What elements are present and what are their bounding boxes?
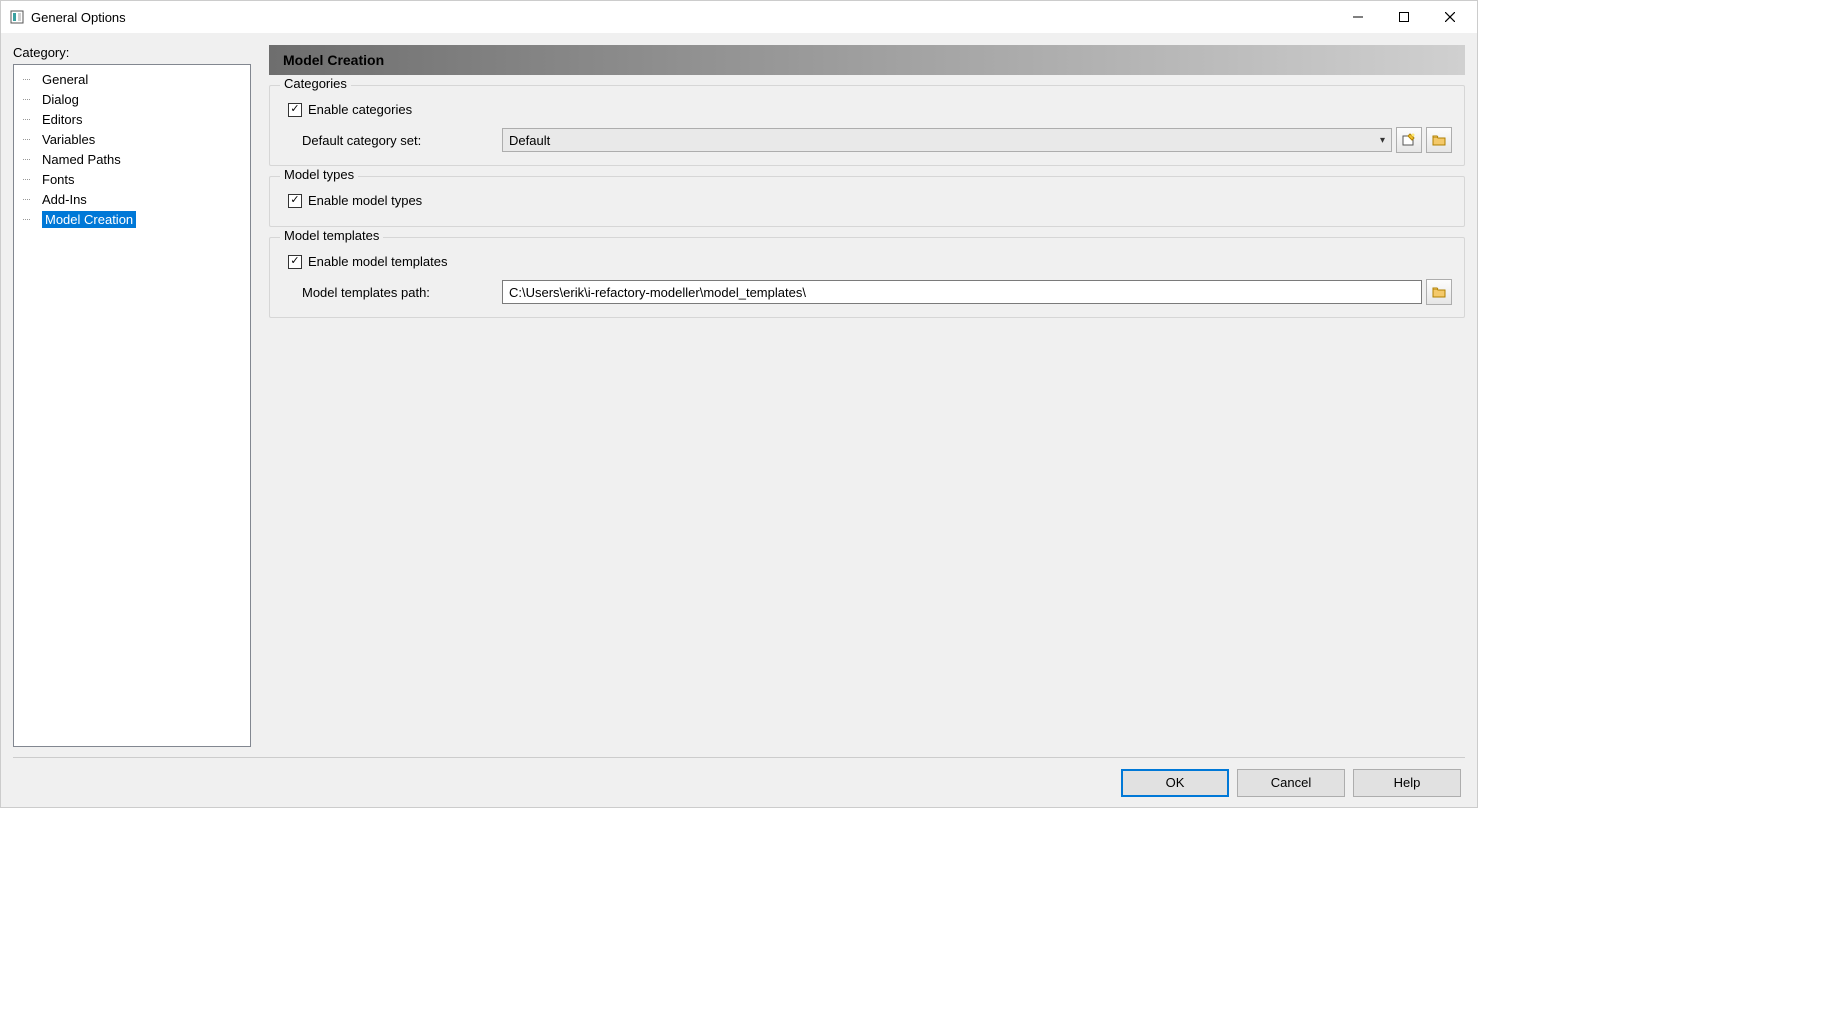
tree-item[interactable]: ····Variables bbox=[14, 129, 250, 149]
app-icon bbox=[9, 9, 25, 25]
model-types-legend: Model types bbox=[280, 167, 358, 182]
chevron-down-icon: ▾ bbox=[1380, 135, 1385, 146]
cancel-button[interactable]: Cancel bbox=[1237, 769, 1345, 797]
page-title: Model Creation bbox=[269, 45, 1465, 75]
default-category-label: Default category set: bbox=[302, 133, 502, 148]
tree-item-label: Model Creation bbox=[42, 211, 136, 228]
category-tree[interactable]: ····General····Dialog····Editors····Vari… bbox=[13, 64, 251, 747]
tree-dots-icon: ···· bbox=[22, 114, 40, 124]
enable-categories-label: Enable categories bbox=[308, 102, 412, 117]
templates-path-input[interactable] bbox=[502, 280, 1422, 304]
tree-dots-icon: ···· bbox=[22, 214, 40, 224]
tree-item-label: General bbox=[42, 72, 88, 87]
edit-category-button[interactable] bbox=[1396, 127, 1422, 153]
tree-item[interactable]: ····Fonts bbox=[14, 169, 250, 189]
category-column: Category: ····General····Dialog····Edito… bbox=[13, 45, 251, 747]
templates-path-row: Model templates path: bbox=[302, 279, 1452, 305]
tree-dots-icon: ···· bbox=[22, 194, 40, 204]
client-area: Category: ····General····Dialog····Edito… bbox=[1, 33, 1477, 807]
help-button[interactable]: Help bbox=[1353, 769, 1461, 797]
tree-dots-icon: ···· bbox=[22, 174, 40, 184]
settings-panel: Model Creation Categories Enable categor… bbox=[269, 45, 1465, 747]
tree-item[interactable]: ····Dialog bbox=[14, 89, 250, 109]
content-row: Category: ····General····Dialog····Edito… bbox=[13, 45, 1465, 747]
titlebar: General Options bbox=[1, 1, 1477, 33]
enable-model-types-label: Enable model types bbox=[308, 193, 422, 208]
enable-model-templates-checkbox[interactable] bbox=[288, 255, 302, 269]
default-category-combo[interactable]: Default ▾ bbox=[502, 128, 1392, 152]
enable-model-templates-label: Enable model templates bbox=[308, 254, 447, 269]
model-templates-group: Model templates Enable model templates M… bbox=[269, 237, 1465, 318]
categories-group: Categories Enable categories Default cat… bbox=[269, 85, 1465, 166]
tree-item-label: Add-Ins bbox=[42, 192, 87, 207]
close-button[interactable] bbox=[1427, 1, 1473, 33]
category-label: Category: bbox=[13, 45, 251, 60]
enable-categories-row: Enable categories bbox=[288, 102, 1452, 117]
tree-item[interactable]: ····Editors bbox=[14, 109, 250, 129]
tree-item-label: Editors bbox=[42, 112, 82, 127]
tree-dots-icon: ···· bbox=[22, 74, 40, 84]
window-title: General Options bbox=[31, 10, 1335, 25]
general-options-window: General Options Category: ····General···… bbox=[0, 0, 1478, 808]
categories-legend: Categories bbox=[280, 76, 351, 91]
enable-model-types-row: Enable model types bbox=[288, 193, 1452, 208]
tree-dots-icon: ···· bbox=[22, 94, 40, 104]
tree-item[interactable]: ····Model Creation bbox=[14, 209, 250, 229]
tree-item[interactable]: ····General bbox=[14, 69, 250, 89]
ok-button[interactable]: OK bbox=[1121, 769, 1229, 797]
default-category-row: Default category set: Default ▾ bbox=[302, 127, 1452, 153]
tree-item-label: Named Paths bbox=[42, 152, 121, 167]
templates-path-label: Model templates path: bbox=[302, 285, 502, 300]
window-controls bbox=[1335, 1, 1473, 33]
model-templates-legend: Model templates bbox=[280, 228, 383, 243]
dialog-button-bar: OK Cancel Help bbox=[13, 757, 1465, 807]
tree-dots-icon: ···· bbox=[22, 154, 40, 164]
maximize-button[interactable] bbox=[1381, 1, 1427, 33]
enable-model-types-checkbox[interactable] bbox=[288, 194, 302, 208]
default-category-value: Default bbox=[509, 133, 1380, 148]
minimize-button[interactable] bbox=[1335, 1, 1381, 33]
browse-templates-button[interactable] bbox=[1426, 279, 1452, 305]
tree-item[interactable]: ····Add-Ins bbox=[14, 189, 250, 209]
tree-item-label: Variables bbox=[42, 132, 95, 147]
enable-categories-checkbox[interactable] bbox=[288, 103, 302, 117]
tree-item-label: Fonts bbox=[42, 172, 75, 187]
tree-dots-icon: ···· bbox=[22, 134, 40, 144]
browse-category-button[interactable] bbox=[1426, 127, 1452, 153]
tree-item-label: Dialog bbox=[42, 92, 79, 107]
enable-model-templates-row: Enable model templates bbox=[288, 254, 1452, 269]
model-types-group: Model types Enable model types bbox=[269, 176, 1465, 227]
tree-item[interactable]: ····Named Paths bbox=[14, 149, 250, 169]
